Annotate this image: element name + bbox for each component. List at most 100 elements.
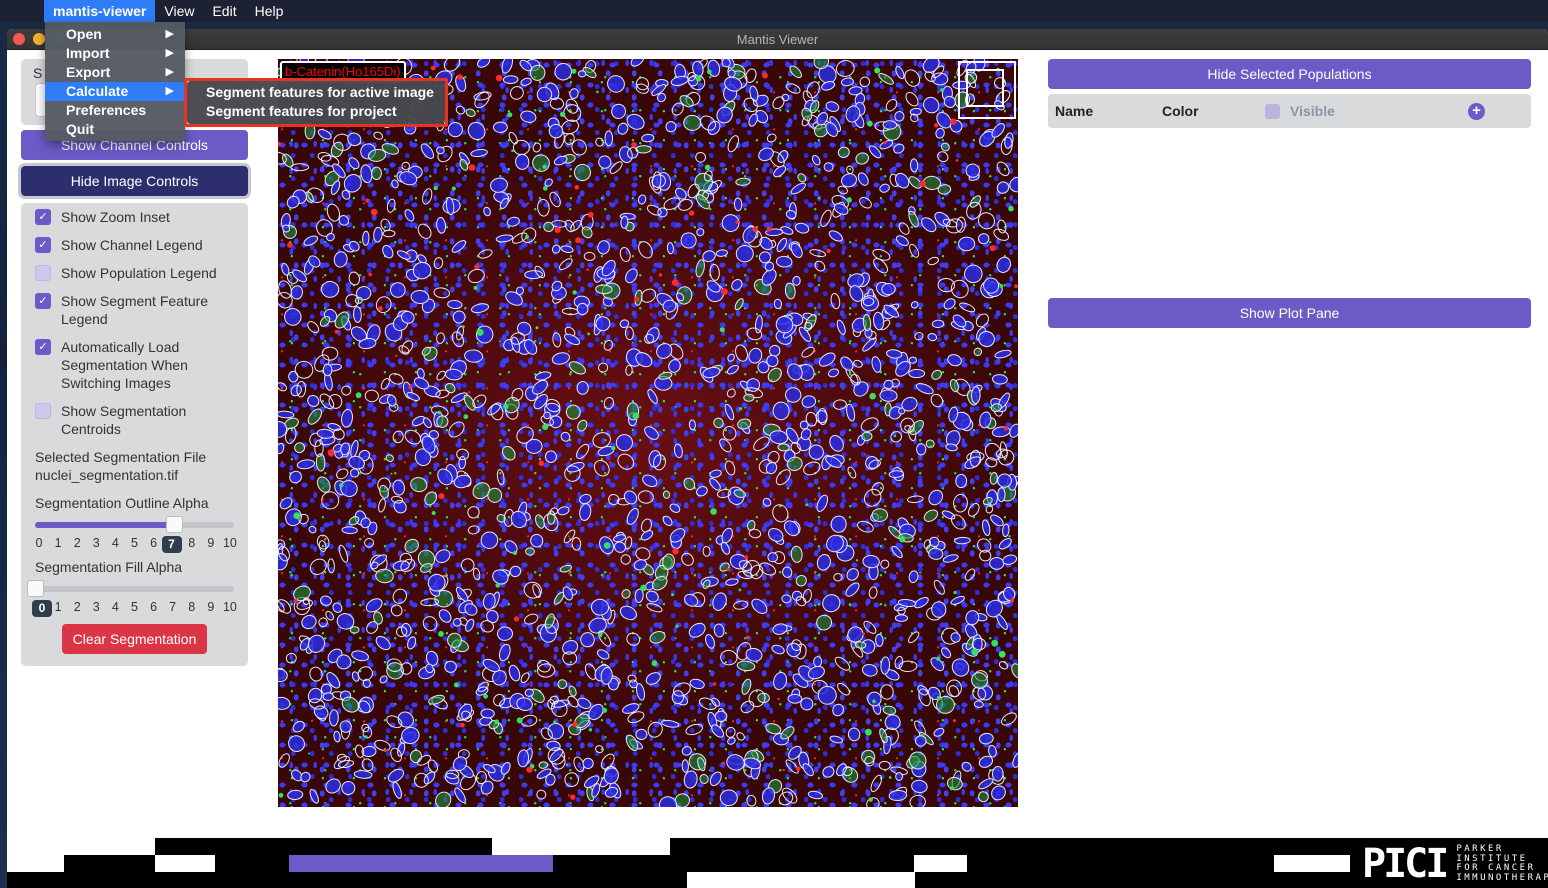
- cell-outline: [627, 674, 637, 683]
- cell-outline: [557, 679, 568, 689]
- cell-outline: [325, 610, 335, 621]
- cell-outline: [766, 133, 777, 143]
- menu-item-import[interactable]: Import ▶: [45, 44, 185, 63]
- clear-segmentation-button[interactable]: Clear Segmentation: [62, 624, 207, 654]
- cell-outline: [365, 598, 383, 613]
- cell-outline: [846, 165, 854, 175]
- cell-outline: [859, 76, 871, 88]
- marker-spot: [1004, 426, 1009, 431]
- menu-item-preferences[interactable]: Preferences: [45, 101, 185, 120]
- cell-outline: [951, 658, 970, 677]
- marker-spot: [390, 472, 393, 475]
- minimize-window-icon[interactable]: [33, 33, 45, 45]
- checkbox-unchecked-icon[interactable]: [35, 265, 51, 281]
- slider-handle[interactable]: [27, 580, 44, 597]
- menu-item-quit[interactable]: Quit: [45, 120, 185, 139]
- marker-spot: [278, 141, 282, 147]
- menu-item-segment-features-active-image[interactable]: Segment features for active image: [187, 83, 445, 102]
- outline-alpha-slider[interactable]: [35, 514, 234, 534]
- checkbox-checked-icon[interactable]: ✓: [35, 209, 51, 225]
- visible-all-checkbox[interactable]: [1265, 104, 1280, 119]
- cell-outline: [692, 60, 704, 77]
- cell-outline: [994, 349, 1012, 359]
- menu-edit[interactable]: Edit: [203, 0, 245, 22]
- add-population-icon[interactable]: +: [1468, 103, 1485, 120]
- cell-outline: [617, 453, 635, 470]
- fill-alpha-slider[interactable]: [27, 578, 234, 598]
- cell-outline: [307, 187, 325, 203]
- option-show-population-legend[interactable]: Show Population Legend: [35, 264, 234, 282]
- marker-spot: [542, 164, 547, 169]
- marker-spot: [516, 717, 523, 724]
- option-show-zoom-inset[interactable]: ✓ Show Zoom Inset: [35, 208, 234, 226]
- slider-tick-label: 1: [54, 600, 62, 614]
- slider-handle[interactable]: [166, 516, 184, 533]
- hide-image-controls-button[interactable]: Hide Image Controls: [18, 163, 251, 199]
- cell-outline: [816, 614, 833, 631]
- option-show-channel-legend[interactable]: ✓ Show Channel Legend: [35, 236, 234, 254]
- menu-view[interactable]: View: [155, 0, 203, 22]
- checkbox-unchecked-icon[interactable]: [35, 403, 51, 419]
- zoom-inset-viewport[interactable]: [966, 69, 1004, 107]
- cell-outline: [532, 142, 542, 153]
- cell-outline: [871, 482, 884, 496]
- menu-item-label: Import: [66, 45, 110, 61]
- menu-item-export[interactable]: Export ▶: [45, 63, 185, 82]
- marker-spot: [1008, 535, 1011, 538]
- cell-outline: [996, 614, 1008, 630]
- cell-outline: [833, 573, 843, 582]
- cell-outline: [524, 613, 539, 625]
- cell-outline: [981, 519, 991, 536]
- cell-outline: [379, 675, 388, 684]
- slider-tick-label: 9: [207, 536, 215, 550]
- cell-outline: [950, 632, 961, 643]
- cell-outline: [348, 271, 360, 286]
- checkbox-checked-icon[interactable]: ✓: [35, 339, 51, 355]
- option-show-segmentation-centroids[interactable]: Show Segmentation Centroids: [35, 402, 234, 438]
- marker-spot: [383, 749, 387, 753]
- footer-bar: [155, 855, 215, 872]
- menu-app-name[interactable]: mantis-viewer: [44, 0, 156, 22]
- marker-spot: [602, 707, 608, 713]
- menu-item-calculate[interactable]: Calculate ▶: [45, 82, 185, 101]
- cell-outline: [802, 763, 814, 777]
- cell-outline: [308, 525, 317, 534]
- menu-help[interactable]: Help: [246, 0, 293, 22]
- slider-tick-label: 2: [73, 600, 81, 614]
- cell-outline: [681, 759, 689, 773]
- slider-tick-label: 2: [73, 536, 81, 550]
- checkbox-checked-icon[interactable]: ✓: [35, 237, 51, 253]
- cell-outline: [562, 639, 579, 655]
- cell-outline: [321, 346, 339, 361]
- checkbox-checked-icon[interactable]: ✓: [35, 293, 51, 309]
- cell-outline: [477, 59, 491, 68]
- cell-outline: [565, 404, 581, 420]
- cell-outline: [378, 498, 386, 513]
- cell-outline: [977, 538, 992, 553]
- cell-outline: [576, 302, 589, 316]
- marker-spot: [952, 719, 956, 723]
- cell-outline: [775, 255, 793, 268]
- show-plot-pane-button[interactable]: Show Plot Pane: [1048, 298, 1531, 328]
- zoom-inset[interactable]: [958, 61, 1016, 119]
- cell-outline: [681, 746, 692, 756]
- cell-outline: [861, 431, 873, 442]
- cell-outline: [832, 703, 844, 717]
- cell-outline: [543, 221, 554, 233]
- option-auto-load-segmentation[interactable]: ✓ Automatically Load Segmentation When S…: [35, 338, 234, 392]
- cell-outline: [595, 137, 604, 147]
- cell-outline: [729, 553, 748, 570]
- option-show-segment-feature-legend[interactable]: ✓ Show Segment Feature Legend: [35, 292, 234, 328]
- cell-outline: [333, 730, 341, 743]
- cell-outline: [564, 772, 580, 787]
- cell-outline: [480, 531, 499, 549]
- app-dropdown-menu: Open ▶ Import ▶ Export ▶ Calculate ▶ Prefere…: [45, 22, 185, 141]
- cell-outline: [278, 599, 292, 614]
- menu-item-segment-features-project[interactable]: Segment features for project: [187, 102, 445, 121]
- menu-item-open[interactable]: Open ▶: [45, 25, 185, 44]
- hide-selected-populations-button[interactable]: Hide Selected Populations: [1048, 59, 1531, 89]
- image-viewer[interactable]: b-Catenin(Ho165Di): [278, 59, 1018, 807]
- cell-outline: [978, 233, 990, 245]
- close-window-icon[interactable]: [13, 33, 25, 45]
- cell-outline: [811, 154, 821, 166]
